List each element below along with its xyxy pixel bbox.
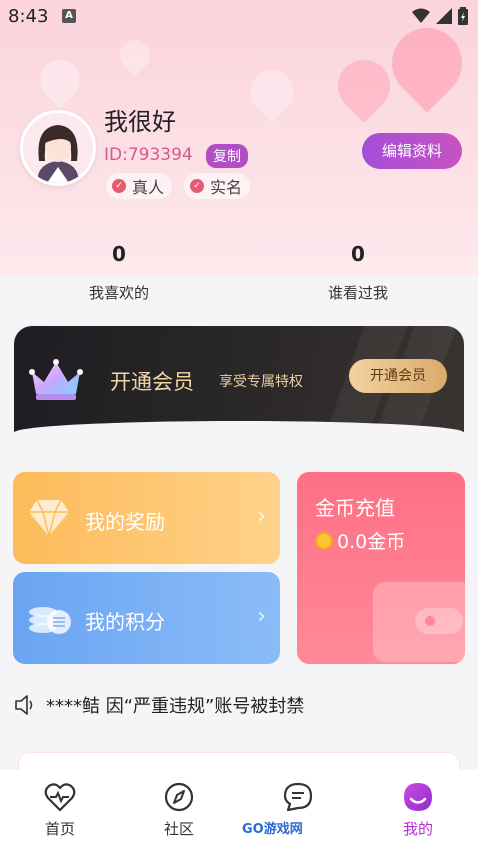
- battery-icon: [458, 7, 468, 25]
- badge-label: 真人: [132, 178, 165, 197]
- recharge-title: 金币充值: [315, 496, 395, 520]
- vip-banner[interactable]: 开通会员 享受专属特权 开通会员: [14, 326, 464, 434]
- bg-heart-decoration: [113, 33, 157, 77]
- card-label: 我的积分: [85, 610, 165, 634]
- wifi-icon: [412, 8, 430, 23]
- stat-value: 0: [351, 242, 365, 266]
- diamond-icon: [29, 499, 69, 537]
- heart-pulse-icon: [44, 783, 76, 812]
- coin-balance: 0.0金币: [315, 527, 405, 554]
- chevron-right-icon: ›: [257, 504, 266, 529]
- real-name-badge: ✓ 实名: [184, 173, 251, 199]
- tab-mine[interactable]: 我的: [378, 782, 458, 839]
- stat-liked[interactable]: 0 我喜欢的: [59, 242, 179, 303]
- tab-label: 首页: [44, 820, 75, 838]
- crown-icon: [29, 359, 83, 400]
- stat-value: 0: [112, 242, 126, 266]
- watermark-text: GO游戏网: [242, 822, 303, 837]
- compass-icon: [164, 782, 194, 812]
- stat-label: 谁看过我: [327, 284, 388, 302]
- bottom-tab-bar: 首页 社区 我的 GO游戏网: [0, 770, 478, 850]
- tab-messages[interactable]: [258, 782, 338, 818]
- coin-icon: [315, 531, 333, 550]
- speaker-icon: [15, 695, 33, 715]
- tab-label: 我的: [402, 820, 433, 838]
- bg-heart-decoration: [31, 51, 89, 109]
- tab-home[interactable]: 首页: [20, 782, 100, 839]
- chevron-right-icon: ›: [257, 604, 266, 629]
- bg-heart-decoration: [240, 60, 304, 124]
- stat-visitors[interactable]: 0 谁看过我: [298, 242, 418, 303]
- balloon-heart-decoration: [327, 49, 401, 123]
- username: 我很好: [104, 108, 176, 136]
- stat-label: 我喜欢的: [88, 284, 149, 302]
- status-bar: 8:43 A: [0, 0, 478, 32]
- wallet-clasp: [415, 608, 463, 634]
- vip-title: 开通会员: [110, 370, 194, 394]
- user-id: ID:793394: [104, 145, 193, 165]
- my-points-card[interactable]: 我的积分 ›: [13, 572, 280, 664]
- coin-recharge-card[interactable]: 金币充值 0.0金币: [297, 472, 465, 664]
- open-vip-button[interactable]: 开通会员: [349, 359, 447, 393]
- status-icons: [412, 7, 468, 25]
- clock: 8:43: [8, 6, 49, 27]
- watermark-logo: GO游戏网: [240, 818, 305, 837]
- wallet-dot: [425, 616, 435, 626]
- ban-notice: ****鲒 因“严重违规”账号被封禁: [14, 692, 304, 718]
- verified-icon: ✓: [190, 179, 204, 193]
- real-person-badge: ✓ 真人: [106, 173, 173, 199]
- card-label: 我的奖励: [85, 510, 165, 534]
- avatar-image: [23, 113, 93, 183]
- verified-icon: ✓: [112, 179, 126, 193]
- coins-stack-icon: [29, 607, 71, 634]
- avatar[interactable]: [20, 110, 96, 186]
- coin-balance-value: 0.0金币: [337, 531, 406, 553]
- copy-id-button[interactable]: 复制: [206, 144, 248, 168]
- notice-text: ****鲒 因“严重违规”账号被封禁: [46, 696, 305, 717]
- tab-label: 社区: [163, 820, 194, 838]
- tab-community[interactable]: 社区: [139, 782, 219, 839]
- edit-profile-button[interactable]: 编辑资料: [362, 133, 462, 169]
- wallet-icon: [373, 582, 465, 662]
- chat-icon: [283, 782, 313, 812]
- badge-label: 实名: [210, 178, 243, 197]
- my-rewards-card[interactable]: 我的奖励 ›: [13, 472, 280, 564]
- vip-subtitle: 享受专属特权: [219, 374, 303, 390]
- signal-icon: [436, 8, 452, 24]
- profile-icon: [404, 783, 432, 811]
- notification-a-icon: A: [62, 9, 76, 23]
